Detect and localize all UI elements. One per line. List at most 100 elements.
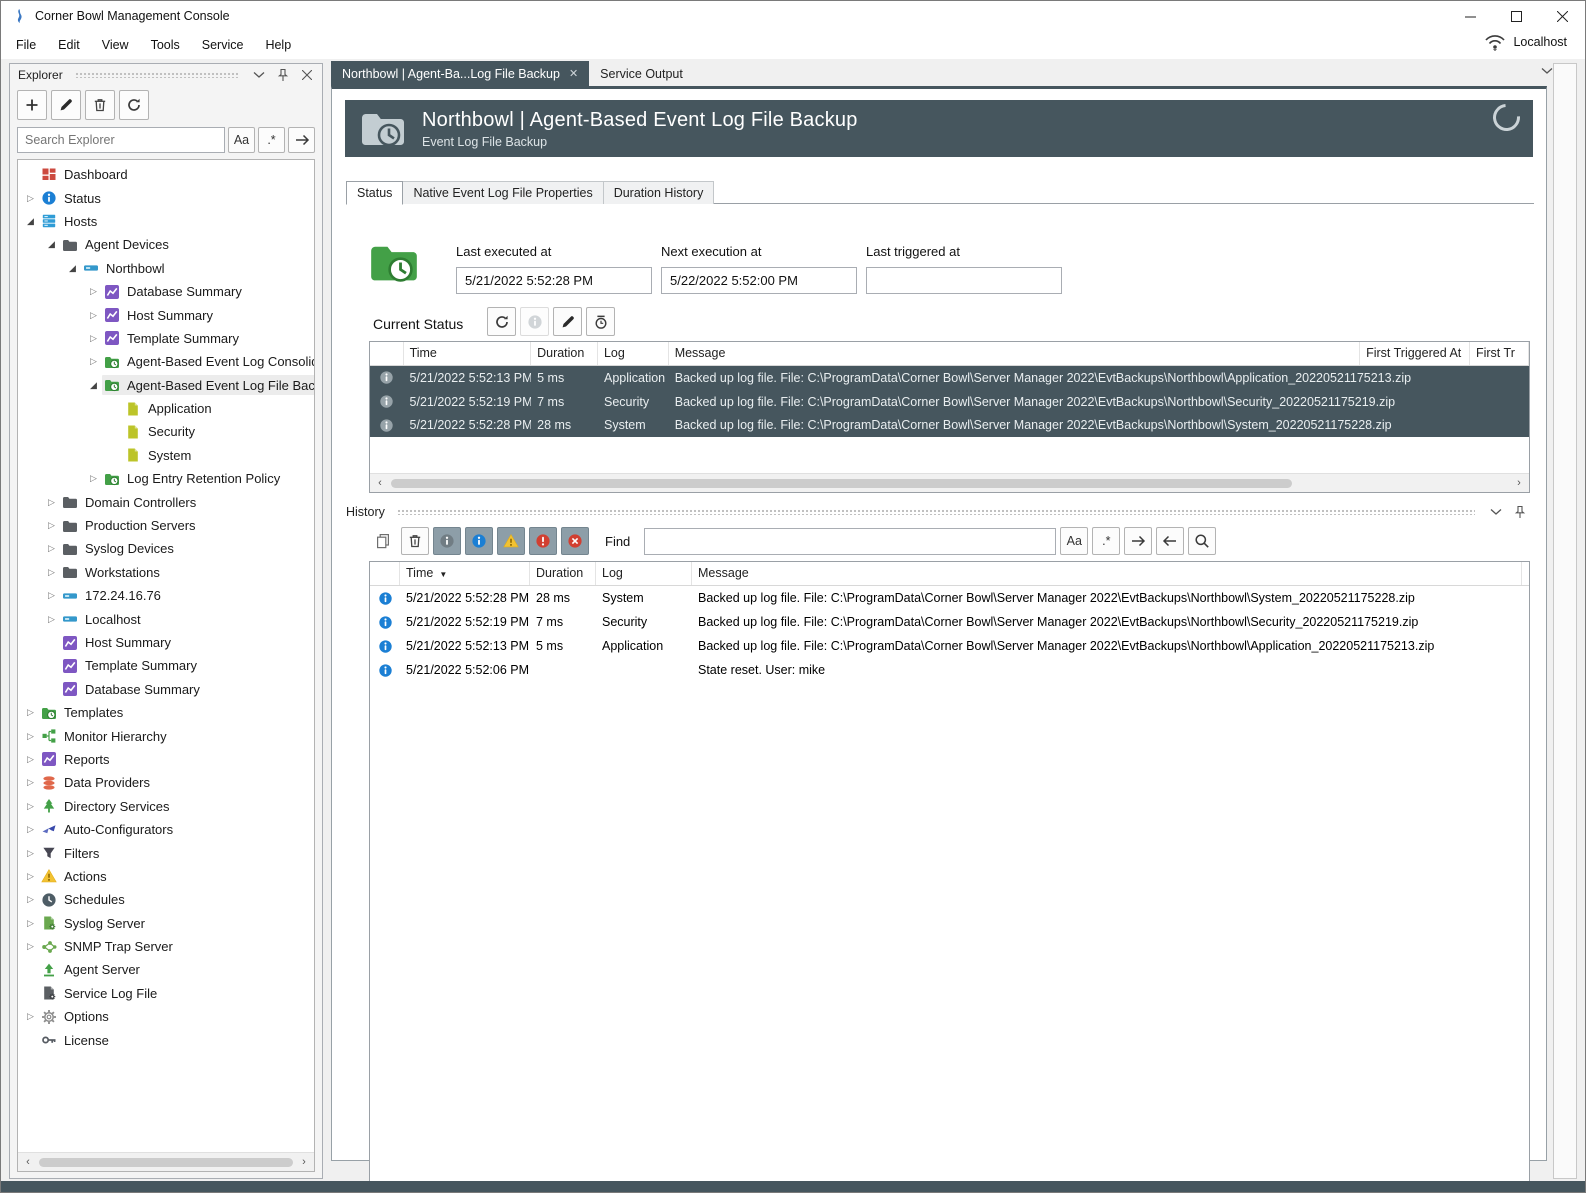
pin-icon[interactable] (274, 67, 292, 83)
tree-item-data-providers[interactable]: Data Providers (39, 773, 158, 793)
history-row[interactable]: 5/21/2022 5:52:28 PM28 msSystemBacked up… (370, 586, 1529, 610)
last-executed-at-input[interactable] (456, 267, 652, 294)
chevron-down-icon[interactable] (1487, 504, 1505, 520)
refresh-button[interactable] (119, 90, 149, 120)
tree-item-application[interactable]: Application (123, 399, 220, 419)
tree-item-reports[interactable]: Reports (39, 749, 118, 769)
search-button[interactable] (1188, 527, 1216, 555)
scroll-left-icon[interactable]: ‹ (20, 1153, 36, 1172)
tree-item-actions[interactable]: Actions (39, 866, 115, 886)
delete-button[interactable] (85, 90, 115, 120)
expander-expanded-icon[interactable]: ◢ (22, 216, 39, 227)
column-header[interactable]: Message (669, 342, 1360, 365)
tree-item-system[interactable]: System (123, 445, 199, 465)
expander-collapsed-icon[interactable]: ▷ (43, 520, 60, 531)
tree-item-production-servers[interactable]: Production Servers (60, 516, 204, 536)
chevron-down-icon[interactable] (250, 67, 268, 83)
tree-item-172-24-16-76[interactable]: 172.24.16.76 (60, 586, 169, 606)
regex-button[interactable]: .* (1092, 527, 1120, 555)
tree-item-service-log-file[interactable]: Service Log File (39, 983, 165, 1003)
tree-item-auto-configurators[interactable]: Auto-Configurators (39, 820, 181, 840)
expander-collapsed-icon[interactable]: ▷ (22, 894, 39, 905)
history-row[interactable]: 5/21/2022 5:52:19 PM7 msSecurityBacked u… (370, 610, 1529, 634)
tab-status[interactable]: Status (346, 181, 403, 205)
tree-item-status[interactable]: Status (39, 188, 109, 208)
expander-expanded-icon[interactable]: ◢ (64, 263, 81, 274)
match-case-button[interactable]: Aa (1060, 527, 1088, 555)
find-previous-button[interactable] (1156, 527, 1184, 555)
match-case-button[interactable]: Aa (228, 127, 255, 153)
tree-item-hosts[interactable]: Hosts (39, 211, 105, 231)
connection-indicator[interactable]: Localhost (1484, 33, 1567, 51)
drag-grip[interactable] (397, 509, 1475, 515)
column-header[interactable]: Duration (530, 562, 596, 585)
find-next-button[interactable] (1124, 527, 1152, 555)
maximize-button[interactable] (1493, 1, 1539, 31)
tree-item-template-summary[interactable]: Template Summary (102, 328, 247, 348)
column-header[interactable]: Time▼ (400, 562, 530, 585)
expander-collapsed-icon[interactable]: ▷ (22, 754, 39, 765)
tree-item-host-summary[interactable]: Host Summary (60, 633, 179, 653)
column-header[interactable]: First Tr (1470, 342, 1529, 365)
status-hscrollbar[interactable]: ‹› (370, 473, 1529, 492)
tree-item-agent-server[interactable]: Agent Server (39, 960, 148, 980)
tab-native-event-log-file-properties[interactable]: Native Event Log File Properties (403, 181, 603, 204)
history-row[interactable]: 5/21/2022 5:52:06 PMState reset. User: m… (370, 658, 1529, 682)
column-header[interactable]: First Triggered At (1360, 342, 1470, 365)
expander-collapsed-icon[interactable]: ▷ (22, 941, 39, 952)
document-tab[interactable]: Northbowl | Agent-Ba...Log File Backup✕ (331, 61, 589, 86)
tree-item-database-summary[interactable]: Database Summary (102, 282, 250, 302)
drag-grip[interactable] (75, 72, 238, 78)
expander-expanded-icon[interactable]: ◢ (43, 239, 60, 250)
column-header[interactable]: Duration (531, 342, 598, 365)
expander-collapsed-icon[interactable]: ▷ (22, 918, 39, 929)
info-button[interactable] (520, 307, 549, 336)
next-execution-at-input[interactable] (661, 267, 857, 294)
filter-warning-toggle[interactable] (497, 527, 525, 555)
menu-edit[interactable]: Edit (47, 34, 91, 56)
copy-button[interactable] (369, 527, 397, 555)
expander-collapsed-icon[interactable]: ▷ (22, 824, 39, 835)
tree-item-host-summary[interactable]: Host Summary (102, 305, 221, 325)
close-window-button[interactable] (1539, 1, 1585, 31)
expander-collapsed-icon[interactable]: ▷ (85, 310, 102, 321)
tree-item-directory-services[interactable]: Directory Services (39, 796, 177, 816)
refresh-button[interactable] (487, 307, 516, 336)
reset-timer-button[interactable] (586, 307, 615, 336)
column-header[interactable]: Log (596, 562, 692, 585)
expander-collapsed-icon[interactable]: ▷ (22, 731, 39, 742)
go-button[interactable] (288, 127, 315, 153)
close-panel-icon[interactable] (298, 67, 316, 83)
menu-help[interactable]: Help (254, 34, 302, 56)
menu-view[interactable]: View (91, 34, 140, 56)
delete-button[interactable] (401, 527, 429, 555)
expander-collapsed-icon[interactable]: ▷ (22, 707, 39, 718)
tree-item-agent-devices[interactable]: Agent Devices (60, 235, 177, 255)
scroll-thumb[interactable] (391, 479, 1292, 488)
scroll-left-icon[interactable]: ‹ (372, 474, 388, 493)
expander-collapsed-icon[interactable]: ▷ (85, 473, 102, 484)
tree-item-filters[interactable]: Filters (39, 843, 107, 863)
scroll-right-icon[interactable]: › (296, 1153, 312, 1172)
history-row[interactable]: 5/21/2022 5:52:13 PM5 msApplicationBacke… (370, 634, 1529, 658)
expander-collapsed-icon[interactable]: ▷ (22, 1011, 39, 1022)
tree-item-schedules[interactable]: Schedules (39, 890, 133, 910)
find-input[interactable] (644, 528, 1056, 555)
column-header[interactable]: Log (598, 342, 669, 365)
tree-item-snmp-trap-server[interactable]: SNMP Trap Server (39, 937, 181, 957)
tree-item-license[interactable]: License (39, 1030, 117, 1050)
expander-expanded-icon[interactable]: ◢ (85, 380, 102, 391)
status-row[interactable]: 5/21/2022 5:52:28 PM28 msSystemBacked up… (370, 413, 1529, 437)
search-input[interactable] (17, 127, 225, 153)
autohide-panel-gutter[interactable] (1553, 63, 1577, 1179)
edit-button[interactable] (553, 307, 582, 336)
last-triggered-at-input[interactable] (866, 267, 1062, 294)
tree-item-domain-controllers[interactable]: Domain Controllers (60, 492, 204, 512)
tree-item-database-summary[interactable]: Database Summary (60, 679, 208, 699)
tree-item-template-summary[interactable]: Template Summary (60, 656, 205, 676)
menu-service[interactable]: Service (191, 34, 255, 56)
expander-collapsed-icon[interactable]: ▷ (22, 193, 39, 204)
scroll-right-icon[interactable]: › (1511, 474, 1527, 493)
scroll-thumb[interactable] (39, 1158, 293, 1167)
expander-collapsed-icon[interactable]: ▷ (22, 848, 39, 859)
